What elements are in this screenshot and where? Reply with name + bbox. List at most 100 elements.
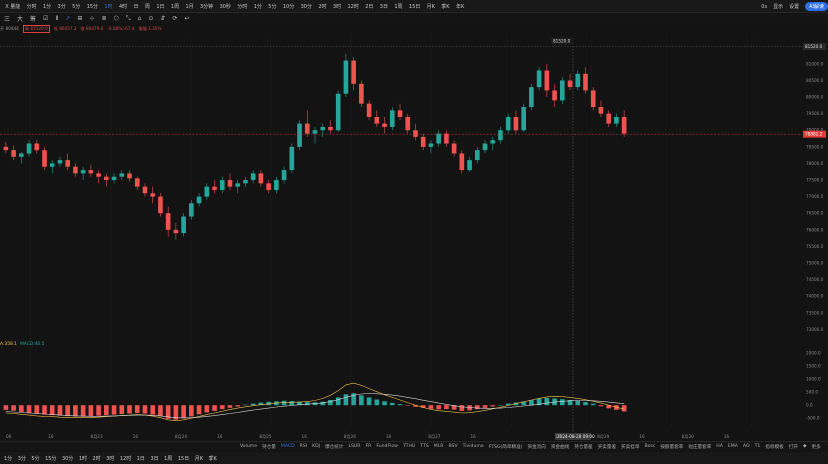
period-tab[interactable]: 10分 — [283, 3, 294, 10]
indicator-tab[interactable]: MACD — [281, 444, 295, 449]
bottom-period-tab[interactable]: 15分 — [45, 455, 56, 462]
indicator-tab[interactable]: 资金曲线 — [551, 444, 569, 450]
indicator-right-item[interactable]: 指标模板 — [765, 444, 783, 450]
indicator-tab[interactable]: FundFlow — [376, 444, 398, 449]
indicator-right-item[interactable]: 打开 — [789, 444, 798, 450]
indicator-right-item[interactable]: ◆ — [803, 444, 807, 449]
draw-tool-icon[interactable]: ⇵ — [160, 15, 165, 22]
indicator-tab[interactable]: TTHU — [403, 444, 415, 449]
period-tab[interactable]: 3分钟 — [200, 3, 213, 10]
period-tab[interactable]: 1分 — [43, 3, 51, 10]
indicator-tab[interactable]: LSUR — [348, 444, 360, 449]
period-tab[interactable]: 5分 — [268, 3, 276, 10]
period-tab[interactable]: 30秒 — [220, 3, 231, 10]
indicator-tab[interactable]: 持仓量 — [262, 444, 276, 450]
indicator-tab[interactable]: AO — [743, 444, 750, 449]
indicator-tab[interactable]: 资金流向 — [527, 444, 545, 450]
draw-tool-icon[interactable]: ⊞ — [77, 15, 82, 22]
ai-button[interactable]: AI解读 — [805, 2, 828, 11]
indicator-tab[interactable]: 买卖挂单 — [621, 444, 639, 450]
indicator-tab[interactable]: 短庄量套率 — [688, 444, 711, 450]
period-tab[interactable]: 3时 — [333, 3, 341, 10]
draw-tool-icon[interactable]: ☑ — [43, 15, 48, 22]
indicator-tab[interactable]: T1 — [755, 444, 761, 449]
period-tab[interactable]: 季K — [441, 3, 449, 10]
draw-tool-icon[interactable]: ≣ — [101, 15, 106, 22]
draw-tool-icon[interactable]: ⊹ — [89, 15, 94, 22]
draw-tool-icon[interactable]: Ⅱ — [55, 15, 58, 22]
candle-body — [343, 60, 349, 94]
draw-tool-icon[interactable]: ⊙ — [148, 15, 153, 22]
period-tab[interactable]: 1周 — [394, 3, 402, 10]
indicator-tab[interactable]: Tividuma — [463, 444, 484, 449]
bottom-period-tab[interactable]: 3日 — [150, 455, 158, 462]
period-tab[interactable]: 1分 — [254, 3, 262, 10]
indicator-tab[interactable]: 爆仓统计 — [325, 444, 343, 450]
indicator-right-item[interactable]: 更多 — [811, 444, 820, 450]
bottom-period-tab[interactable]: 2时 — [93, 455, 101, 462]
period-tab[interactable]: 3分 — [58, 3, 66, 10]
bottom-period-tab[interactable]: 30分 — [62, 455, 73, 462]
bottom-period-tab[interactable]: 季K — [208, 455, 216, 462]
indicator-tab[interactable]: BSV — [448, 444, 457, 449]
draw-tool-icon[interactable]: 筹 — [30, 14, 36, 23]
symbol-name[interactable]: X 量能 — [5, 3, 20, 10]
draw-tool-icon[interactable]: ↗ — [65, 15, 70, 22]
period-tab[interactable]: 1日 — [156, 3, 164, 10]
period-tab[interactable]: 15日 — [409, 3, 420, 10]
indicator-tab[interactable]: EMA — [728, 444, 738, 449]
draw-tool-icon[interactable]: ↩ — [184, 15, 189, 22]
period-tab[interactable]: 30分 — [301, 3, 312, 10]
bottom-period-tab[interactable]: 12时 — [120, 455, 131, 462]
bottom-period-tab[interactable]: 1时 — [79, 455, 87, 462]
bottom-period-tab[interactable]: 月K — [195, 455, 203, 462]
indicator-tab[interactable]: FR — [365, 444, 371, 449]
period-tab[interactable]: 分时 — [27, 3, 37, 10]
indicator-tab[interactable]: 买卖量差 — [598, 444, 616, 450]
bottom-period-tab[interactable]: 3时 — [106, 455, 114, 462]
period-tab[interactable]: 2日 — [365, 3, 373, 10]
draw-tool-icon[interactable]: 大 — [17, 14, 23, 23]
bottom-period-tab[interactable]: 5分 — [31, 455, 39, 462]
indicator-tab[interactable]: 持仓量差 — [574, 444, 592, 450]
period-tab[interactable]: 3日 — [380, 3, 388, 10]
bottom-period-tab[interactable]: 15日 — [178, 455, 189, 462]
candle-body — [436, 133, 441, 144]
indicator-tab[interactable]: Volume — [240, 444, 257, 449]
bottom-period-tab[interactable]: 3分 — [18, 455, 26, 462]
period-tab[interactable]: 15分 — [87, 3, 98, 10]
draw-tool-icon[interactable]: ⤡ — [126, 15, 131, 23]
period-tab[interactable]: 1时 — [104, 3, 112, 10]
period-tab[interactable]: 日 — [134, 3, 139, 10]
indicator-tab[interactable]: TTS — [420, 444, 428, 449]
period-tab[interactable]: 1周 — [171, 3, 179, 10]
candle-body — [420, 136, 426, 147]
indicator-tab[interactable]: MLR — [434, 444, 444, 449]
toolbar-right-item[interactable]: 设置 — [789, 3, 799, 10]
kline-chart[interactable]: 81500.081000.080500.080000.079500.079000… — [0, 34, 828, 464]
bottom-period-tab[interactable]: 1分 — [4, 455, 12, 462]
period-tab[interactable]: 分时 — [237, 3, 247, 10]
indicator-tab[interactable]: HA — [716, 444, 723, 449]
period-tab[interactable]: 年K — [456, 3, 464, 10]
period-tab[interactable]: 周 — [145, 3, 150, 10]
toolbar-right-item[interactable]: 显示 — [773, 3, 783, 10]
draw-tool-icon[interactable]: ⟳ — [172, 15, 177, 22]
indicator-tab[interactable]: Bosc — [644, 444, 655, 449]
indicator-tab[interactable]: KDJ — [312, 444, 320, 449]
period-tab[interactable]: 2时 — [318, 3, 326, 10]
draw-tool-icon[interactable]: ⬡ — [114, 15, 119, 22]
draw-tool-icon[interactable]: 三 — [4, 14, 10, 23]
period-tab[interactable]: 4时 — [119, 3, 127, 10]
bottom-period-tab[interactable]: 1日 — [137, 455, 145, 462]
indicator-tab[interactable]: 按额量套率 — [660, 444, 683, 450]
bottom-period-tab[interactable]: 1周 — [164, 455, 172, 462]
toolbar-right-item[interactable]: 0s — [761, 4, 767, 10]
period-tab[interactable]: 5分 — [72, 3, 80, 10]
indicator-tab[interactable]: RSI — [300, 444, 307, 449]
period-tab[interactable]: 1月 — [185, 3, 193, 10]
period-tab[interactable]: 12时 — [347, 3, 358, 10]
indicator-tab[interactable]: FTSG(简单精准) — [489, 444, 523, 450]
period-tab[interactable]: 月K — [427, 3, 435, 10]
draw-tool-icon[interactable]: ⌂ — [138, 15, 142, 22]
